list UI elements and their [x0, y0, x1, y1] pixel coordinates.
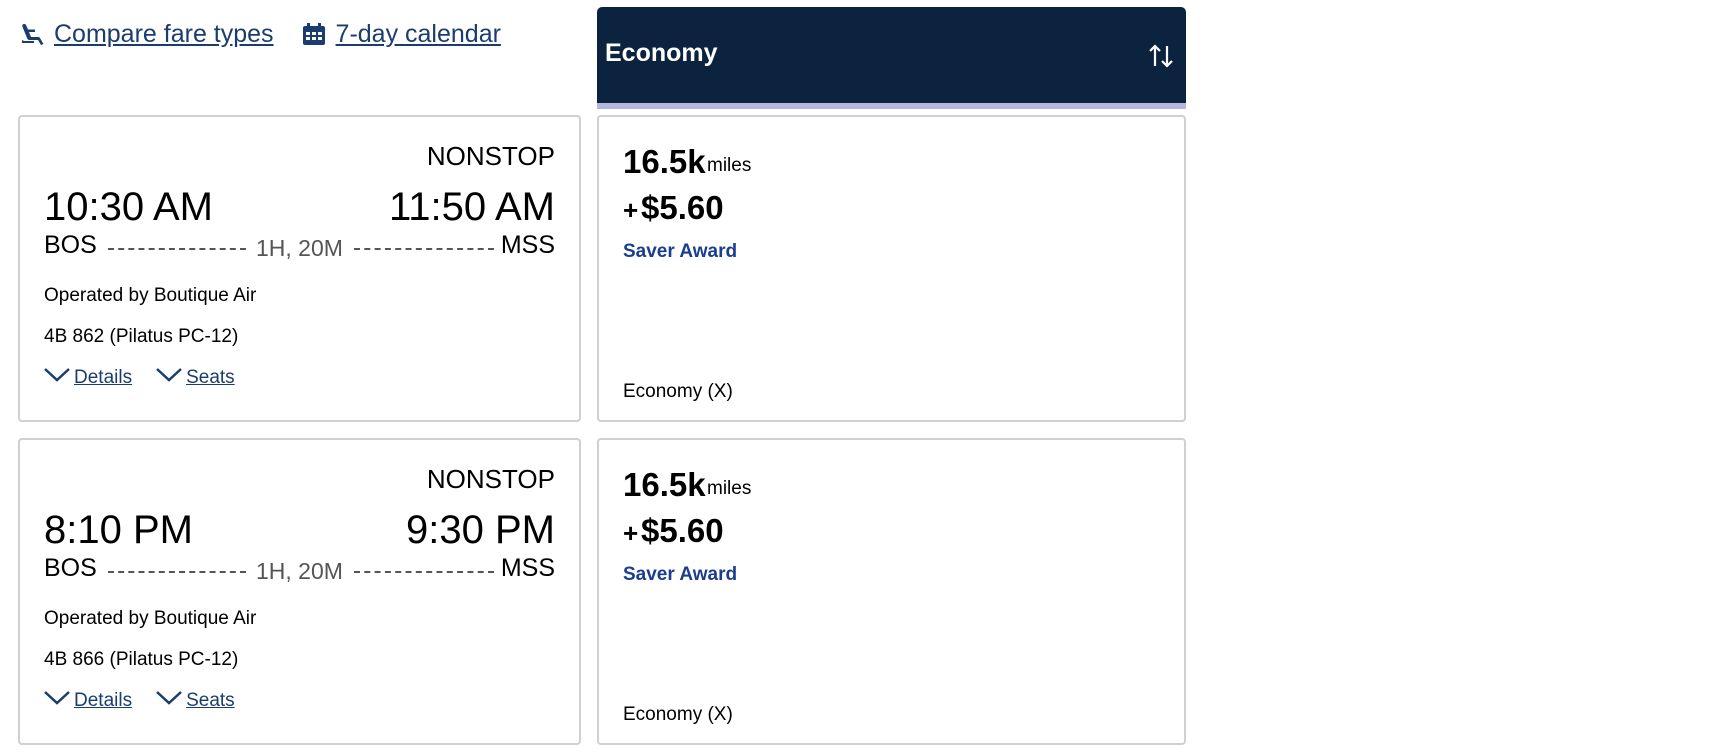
miles-amount: 16.5k	[623, 466, 706, 503]
compare-fare-types-label: Compare fare types	[54, 19, 274, 48]
arrival-time: 9:30 PM	[406, 508, 555, 552]
route-line-left	[108, 248, 246, 250]
miles-unit: miles	[707, 155, 752, 176]
details-label: Details	[74, 690, 133, 711]
plus-sign: +	[623, 518, 639, 548]
route-line-left	[108, 571, 246, 573]
sort-arrows-icon[interactable]	[1146, 41, 1176, 71]
fare-class: Economy (X)	[623, 381, 733, 402]
flight-duration: 1H, 20M	[256, 235, 343, 261]
chevron-down-icon	[156, 368, 182, 382]
seats-toggle[interactable]: Seats	[156, 690, 235, 712]
origin-airport-code: BOS	[44, 554, 97, 582]
details-label: Details	[74, 367, 133, 388]
award-type: Saver Award	[623, 241, 738, 262]
taxes-fees: $5.60	[641, 189, 724, 226]
seven-day-calendar-link[interactable]: 7-day calendar	[300, 20, 501, 49]
fare-cell[interactable]: 16.5k miles + $5.60 Saver Award Economy …	[597, 115, 1186, 422]
flight-number: 4B 862 (Pilatus PC-12)	[44, 326, 239, 347]
seats-label: Seats	[186, 367, 235, 388]
compare-fare-types-link[interactable]: Compare fare types	[18, 20, 274, 49]
flight-card: NONSTOP 8:10 PM 9:30 PM BOS 1H, 20M MSS …	[18, 438, 581, 745]
seats-label: Seats	[186, 690, 235, 711]
departure-time: 8:10 PM	[44, 508, 193, 552]
seven-day-calendar-label: 7-day calendar	[335, 19, 501, 48]
flight-duration: 1H, 20M	[256, 558, 343, 584]
top-links: Compare fare types 7-day calendar	[18, 14, 527, 54]
chevron-down-icon	[44, 368, 70, 382]
award-type: Saver Award	[623, 564, 738, 585]
seats-toggle[interactable]: Seats	[156, 367, 235, 389]
chevron-down-icon	[44, 691, 70, 705]
taxes-fees: $5.60	[641, 512, 724, 549]
plus-sign: +	[623, 195, 639, 225]
fare-class: Economy (X)	[623, 704, 733, 725]
nonstop-label: NONSTOP	[426, 141, 555, 171]
details-toggle[interactable]: Details	[44, 690, 132, 712]
flight-number: 4B 866 (Pilatus PC-12)	[44, 649, 239, 670]
route-line-right	[354, 248, 494, 250]
origin-airport-code: BOS	[44, 231, 97, 259]
flight-card: NONSTOP 10:30 AM 11:50 AM BOS 1H, 20M MS…	[18, 115, 581, 422]
details-toggle[interactable]: Details	[44, 367, 132, 389]
arrival-time: 11:50 AM	[388, 185, 555, 229]
seat-icon	[18, 20, 46, 48]
departure-time: 10:30 AM	[44, 185, 214, 229]
miles-amount: 16.5k	[623, 143, 706, 180]
fare-cell[interactable]: 16.5k miles + $5.60 Saver Award Economy …	[597, 438, 1186, 745]
nonstop-label: NONSTOP	[426, 464, 555, 494]
operated-by: Operated by Boutique Air	[44, 285, 257, 306]
header-accent-band	[597, 103, 1186, 109]
destination-airport-code: MSS	[500, 231, 555, 259]
miles-unit: miles	[707, 478, 752, 499]
route-line-right	[354, 571, 494, 573]
economy-column-header: Economy	[597, 7, 1186, 109]
calendar-icon	[300, 20, 328, 48]
cabin-title: Economy	[605, 39, 718, 67]
flight-toggles: Details Seats	[44, 690, 259, 712]
operated-by: Operated by Boutique Air	[44, 608, 257, 629]
flight-toggles: Details Seats	[44, 367, 259, 389]
chevron-down-icon	[156, 691, 182, 705]
destination-airport-code: MSS	[500, 554, 555, 582]
